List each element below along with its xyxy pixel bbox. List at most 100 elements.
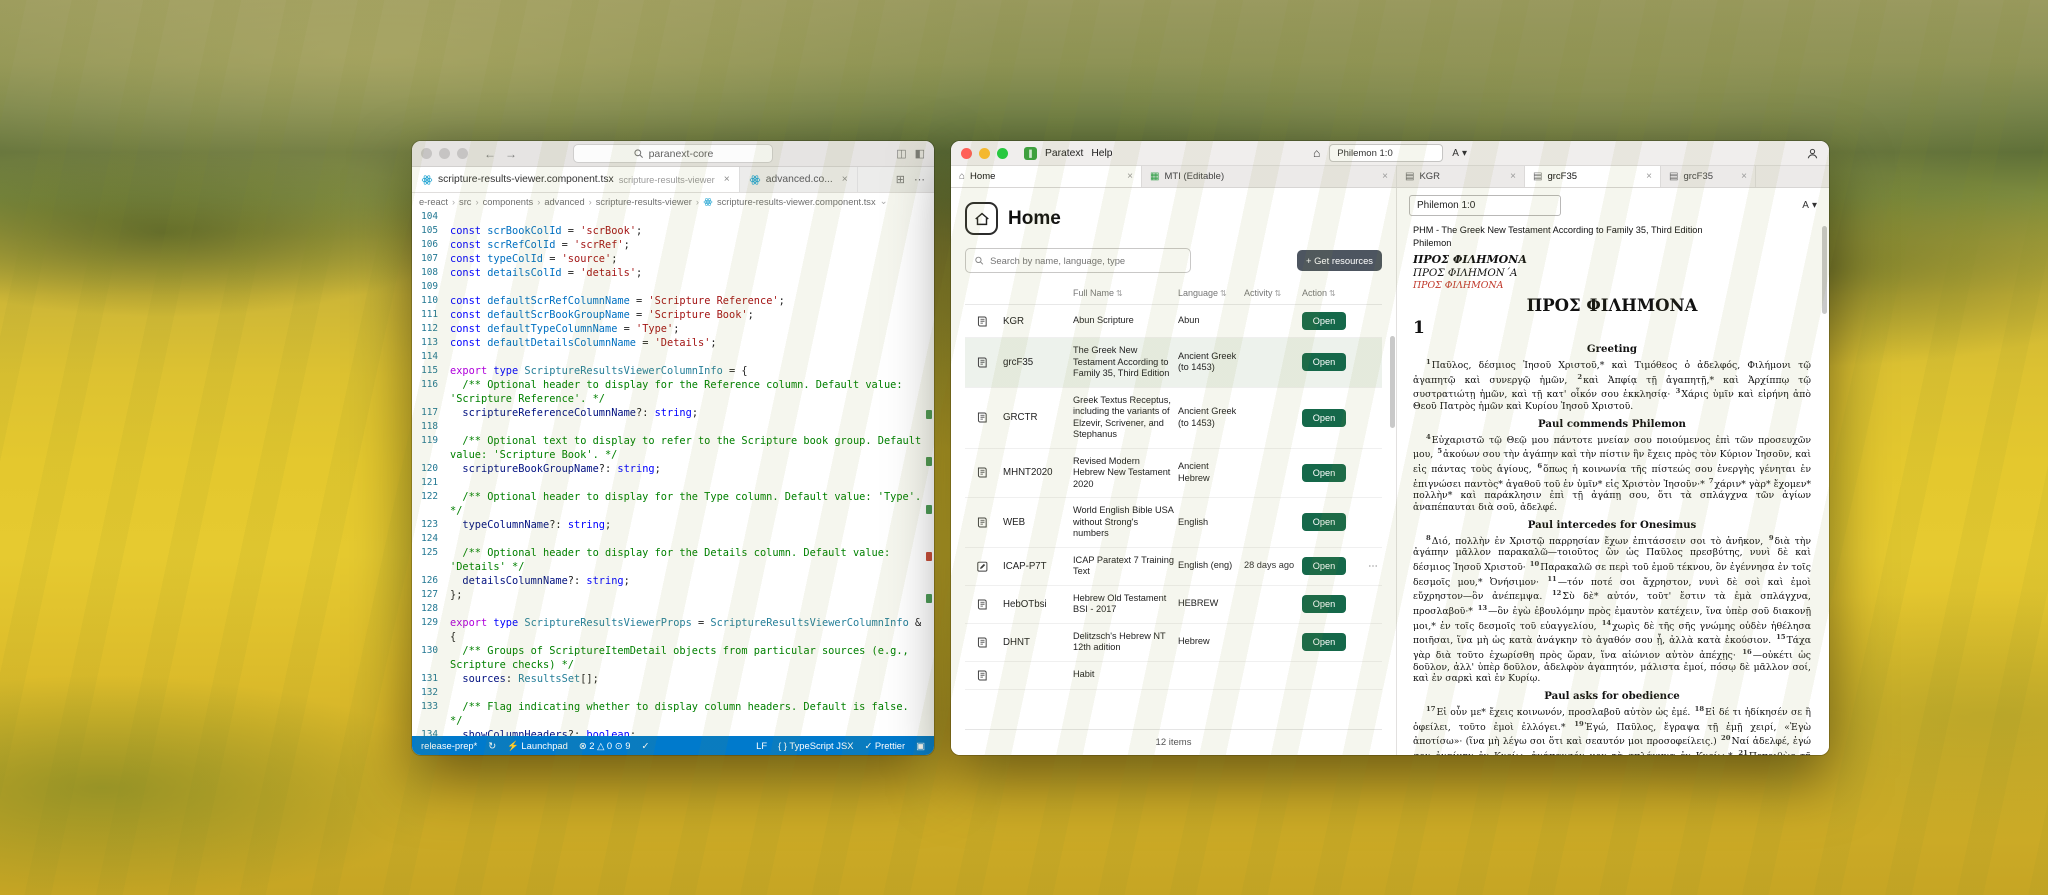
toggle-panel-icon[interactable]: ◫ — [896, 147, 906, 160]
close-tab-icon[interactable]: × — [724, 174, 730, 185]
open-button[interactable]: Open — [1302, 312, 1346, 330]
tab-home[interactable]: ⌂ Home × — [951, 166, 1142, 187]
verse-number: 21 — [1738, 748, 1748, 755]
open-button[interactable]: Open — [1302, 633, 1346, 651]
close-tab-icon[interactable]: × — [1646, 171, 1652, 182]
tab-advanced-component[interactable]: advanced.co... × — [740, 167, 858, 192]
resource-search-box[interactable] — [965, 248, 1191, 273]
home-icon[interactable]: ⌂ — [1313, 146, 1320, 160]
open-button[interactable]: Open — [1302, 595, 1346, 613]
close-tab-icon[interactable]: × — [1127, 171, 1133, 182]
more-actions-icon[interactable]: ⋯ — [1364, 561, 1382, 572]
breadcrumb-separator: › — [475, 196, 479, 207]
breadcrumb-item[interactable]: components — [483, 197, 534, 207]
vscode-statusbar: release-prep* ↻ ⚡ Launchpad ⊗ 2 △ 0 ⊙ 9 ✓ LF… — [412, 736, 934, 755]
status-item[interactable]: { } TypeScript JSX — [778, 740, 853, 752]
close-tab-icon[interactable]: × — [1510, 171, 1516, 182]
status-item[interactable]: ✓ Prettier — [864, 740, 905, 752]
column-header-activity[interactable]: Activity ⇅ — [1244, 288, 1298, 298]
window-controls — [961, 147, 1008, 159]
breadcrumb-item[interactable]: src — [459, 197, 471, 207]
line-number: 123 — [421, 519, 438, 530]
menu-help[interactable]: Help — [1091, 148, 1112, 159]
open-button[interactable]: Open — [1302, 513, 1346, 532]
open-button[interactable]: Open — [1302, 353, 1346, 372]
vscode-tabbar: scripture-results-viewer.component.tsx s… — [412, 167, 934, 193]
breadcrumb-item[interactable]: advanced — [544, 197, 584, 207]
resource-row[interactable]: KGR Abun Scripture Abun Open — [965, 305, 1382, 338]
line-number: 131 — [421, 673, 438, 684]
more-actions-icon[interactable]: ⋯ — [914, 173, 925, 186]
resource-row[interactable]: grcF35 The Greek New Testament According … — [965, 338, 1382, 388]
tab-label: scripture-results-viewer.component.tsx — [438, 174, 614, 185]
command-center-search[interactable]: paranext-core — [573, 144, 773, 163]
breadcrumb-item[interactable]: e-react — [419, 197, 448, 207]
status-item[interactable]: ✓ — [641, 740, 649, 752]
minimize-window-button[interactable] — [439, 148, 450, 159]
code-editor[interactable]: 104 105 const scrBookColId = 'scrBook'; 106… — [412, 210, 934, 736]
resource-row[interactable]: ICAP-P7T ICAP Paratext 7 Training Text Eng… — [965, 548, 1382, 586]
back-icon[interactable]: ← — [484, 147, 496, 161]
status-item[interactable]: ⚡ Launchpad — [507, 740, 568, 752]
close-tab-icon[interactable]: × — [1382, 171, 1388, 182]
column-header-full-name[interactable]: Full Name ⇅ — [1073, 288, 1174, 298]
code-line-text: /** Groups of ScriptureItemDetail object… — [450, 645, 915, 671]
line-number: 121 — [421, 477, 438, 488]
breadcrumb-item[interactable]: scripture-results-viewer.component.tsx — [717, 197, 876, 207]
menu-paratext[interactable]: Paratext — [1045, 148, 1083, 159]
tab-kgr[interactable]: ▤ KGR × — [1397, 166, 1525, 187]
close-tab-icon[interactable]: × — [842, 174, 848, 185]
scripture-reference-input[interactable] — [1409, 195, 1561, 216]
get-resources-button[interactable]: + Get resources — [1297, 250, 1382, 271]
react-icon — [749, 174, 761, 185]
breadcrumb-item[interactable]: scripture-results-viewer — [596, 197, 692, 207]
open-button[interactable]: Open — [1302, 408, 1346, 427]
open-button[interactable]: Open — [1302, 463, 1346, 482]
status-item[interactable]: ▣ — [916, 740, 925, 752]
status-item[interactable]: LF — [756, 740, 767, 752]
chevron-down-icon[interactable]: ⌄ — [880, 196, 888, 207]
column-header-action[interactable]: Action ⇅ — [1302, 288, 1360, 298]
split-editor-icon[interactable]: ⊞ — [896, 173, 905, 186]
zoom-window-button[interactable] — [457, 148, 468, 159]
resource-row[interactable]: WEB World English Bible USA without Stron… — [965, 498, 1382, 548]
tab-grcf35[interactable]: ▤ grcF35 × — [1661, 166, 1756, 187]
close-tab-icon[interactable]: × — [1741, 171, 1747, 182]
column-header-language[interactable]: Language ⇅ — [1178, 288, 1240, 298]
reference-search-box[interactable]: Philemon 1:0 — [1329, 144, 1444, 162]
tab-mti-editable[interactable]: ▦ MTI (Editable) × — [1142, 166, 1397, 187]
status-item[interactable]: ↻ — [488, 740, 496, 752]
minimize-window-button[interactable] — [979, 147, 990, 159]
resource-search-input[interactable] — [990, 255, 1182, 266]
status-item[interactable]: release-prep* — [421, 740, 477, 752]
desktop-wallpaper: ← → paranext-core ◫ ◧ scripture-results-… — [0, 0, 2048, 895]
code-line-text: scriptureBookGroupName?: string; — [462, 463, 661, 475]
resource-row[interactable]: MHNT2020 Revised Modern Hebrew New Testam… — [965, 449, 1382, 498]
line-number: 110 — [421, 295, 438, 306]
status-item[interactable]: ⊗ 2 △ 0 ⊙ 9 — [579, 740, 631, 752]
open-button[interactable]: Open — [1302, 557, 1346, 575]
tab-grcf35[interactable]: ▤ grcF35 × — [1525, 166, 1661, 187]
font-size-dropdown[interactable]: A ▾ — [1452, 148, 1467, 159]
forward-icon[interactable]: → — [505, 147, 517, 161]
resource-row[interactable]: DHNT Delitzsch's Hebrew NT 12th adition He… — [965, 624, 1382, 662]
editor-nav: ← → — [484, 147, 517, 161]
resource-row[interactable]: GRCTR Greek Textus Receptus, including th… — [965, 388, 1382, 449]
resource-row[interactable]: HebOTbsi Hebrew Old Testament BSI - 2017 H… — [965, 586, 1382, 624]
scripture-paragraph: 1Παῦλος, δέσμιος Ἰησοῦ Χριστοῦ,* καὶ Τιμ… — [1413, 358, 1811, 413]
zoom-window-button[interactable] — [997, 147, 1008, 159]
customize-layout-icon[interactable]: ◧ — [915, 147, 925, 160]
tab-scripture-results-viewer-component[interactable]: scripture-results-viewer.component.tsx s… — [412, 167, 740, 192]
close-window-button[interactable] — [421, 148, 432, 159]
book-icon — [965, 636, 999, 649]
font-size-dropdown[interactable]: A ▾ — [1802, 200, 1817, 211]
book-icon — [965, 466, 999, 479]
code-line-text: /** Optional header to display for the D… — [450, 547, 897, 573]
line-number: 114 — [421, 351, 438, 362]
resource-row[interactable]: Habit — [965, 662, 1382, 690]
account-icon[interactable] — [1806, 147, 1819, 160]
scripture-text-pane[interactable]: PHM - The Greek New Testament According … — [1397, 219, 1829, 755]
scrollbar-thumb[interactable] — [1822, 226, 1827, 314]
close-window-button[interactable] — [961, 147, 972, 159]
scrollbar-thumb[interactable] — [1390, 336, 1395, 428]
